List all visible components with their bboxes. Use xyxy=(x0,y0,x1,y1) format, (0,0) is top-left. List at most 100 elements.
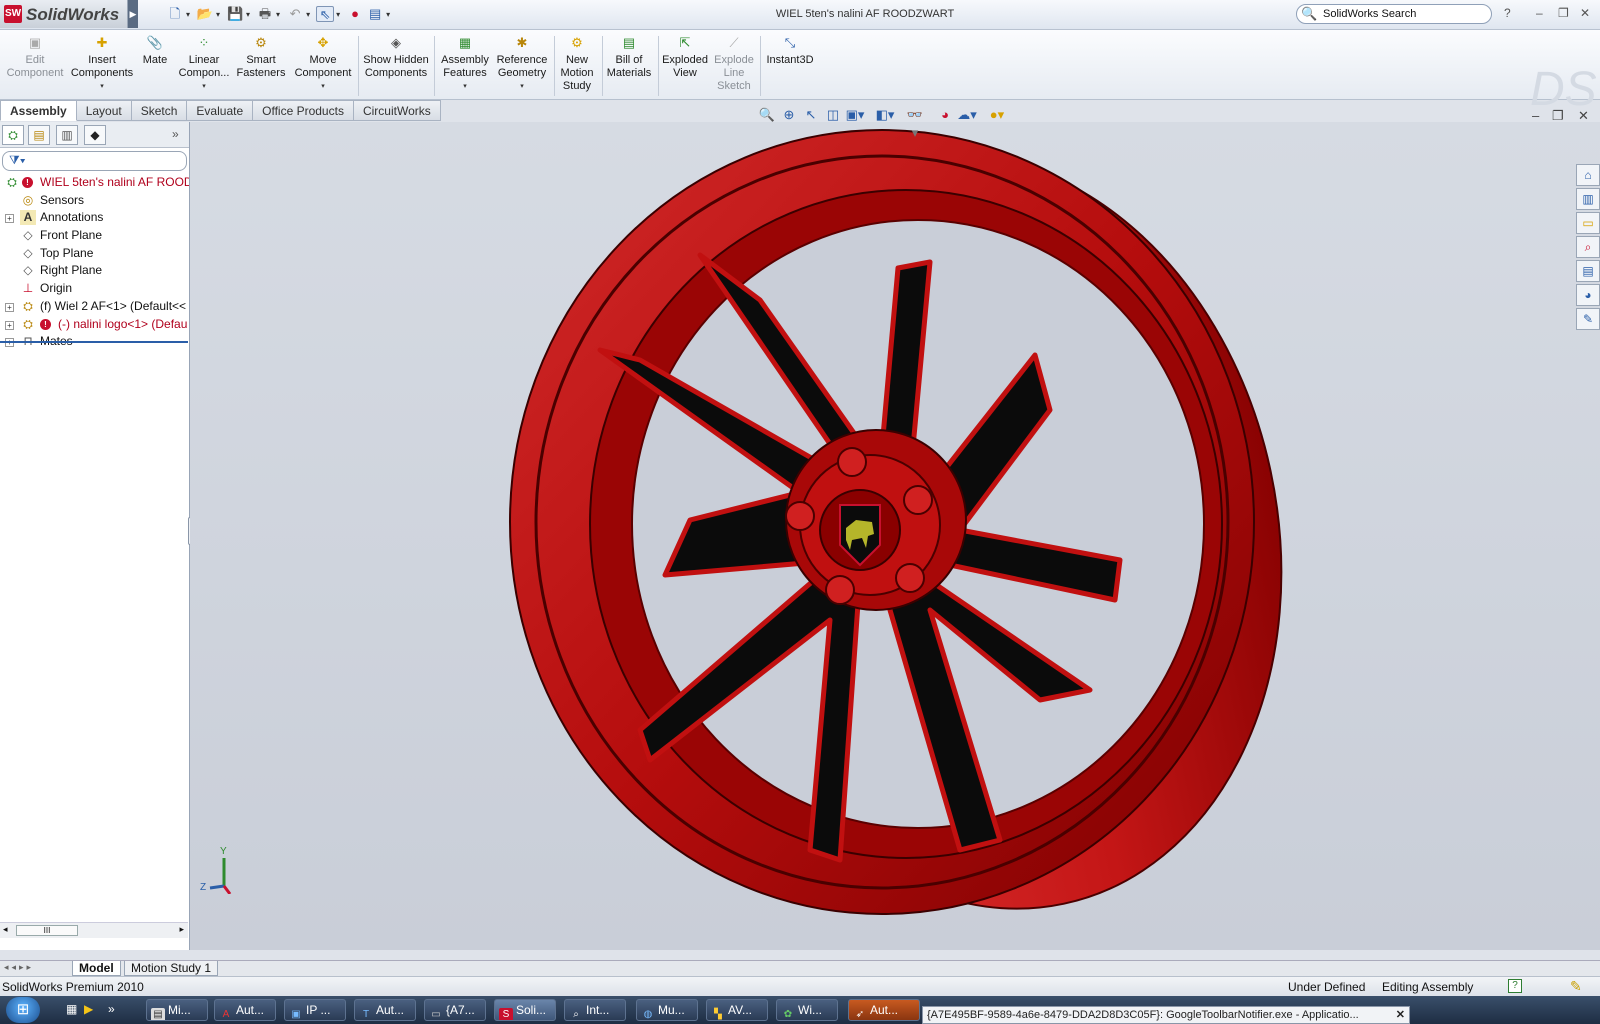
assembly-features-button[interactable]: ▦ Assembly Features ▾ xyxy=(438,34,492,93)
bill-of-materials-button[interactable]: ▤ Bill of Materials xyxy=(604,34,654,80)
scroll-right-arrow-icon[interactable]: ▸ xyxy=(179,924,184,935)
media-player-icon[interactable]: ▶ xyxy=(84,1002,93,1016)
tab-office-products[interactable]: Office Products xyxy=(253,100,354,121)
quick-tips-help-icon[interactable]: ? xyxy=(1508,979,1522,993)
document-minimize-button[interactable]: – xyxy=(1532,108,1539,123)
design-library-icon[interactable]: ▥ xyxy=(1576,188,1600,210)
hide-show-items-icon[interactable]: 👓▾ xyxy=(904,106,926,140)
tab-layout[interactable]: Layout xyxy=(76,100,132,121)
search-results-icon[interactable]: ⌕ xyxy=(1576,236,1600,258)
tab-evaluate[interactable]: Evaluate xyxy=(187,100,254,121)
new-motion-study-button[interactable]: ⚙ New Motion Study xyxy=(556,34,598,93)
taskbar-item-3[interactable]: ▣ IP ... xyxy=(284,999,346,1021)
application-error-notification[interactable]: {A7E495BF-9589-4a6e-8479-DDA2D8D3C05F}: … xyxy=(922,1006,1410,1024)
smart-fasteners-button[interactable]: ⚙ Smart Fasteners xyxy=(236,34,286,80)
move-component-dropdown-icon[interactable]: ▾ xyxy=(292,80,354,93)
close-button[interactable]: ✕ xyxy=(1580,6,1590,20)
taskbar-item-11[interactable]: ➶ Aut... xyxy=(848,999,920,1021)
restore-button[interactable]: ❐ xyxy=(1558,6,1569,20)
tree-filter-field[interactable]: ⧩▾ xyxy=(2,151,187,171)
previous-view-icon[interactable]: ↖ xyxy=(800,106,822,124)
tree-item-top-plane[interactable]: ◇ Top Plane xyxy=(0,245,189,263)
document-close-button[interactable]: ✕ xyxy=(1578,108,1589,124)
tree-rollback-bar[interactable] xyxy=(0,341,188,343)
expand-toggle-icon[interactable]: + xyxy=(5,320,14,330)
horizontal-scrollbar[interactable]: ◂ III ▸ xyxy=(0,922,188,938)
tree-item-wiel-part[interactable]: + ⛭ (f) Wiel 2 AF<1> (Default<< xyxy=(0,298,189,316)
move-component-button[interactable]: ✥ Move Component ▾ xyxy=(292,34,354,93)
taskbar-item-solidworks[interactable]: S Soli... xyxy=(494,999,556,1021)
tree-item-origin[interactable]: ⊥ Origin xyxy=(0,280,189,298)
show-desktop-icon[interactable]: ▦ xyxy=(66,1002,77,1016)
quick-launch-more-icon[interactable]: » xyxy=(108,1002,115,1016)
close-icon[interactable]: ✕ xyxy=(1396,1007,1405,1023)
insert-components-button[interactable]: ✚ Insert Components ▾ xyxy=(70,34,134,93)
tab-circuitworks[interactable]: CircuitWorks xyxy=(353,100,441,121)
zoom-to-fit-icon[interactable]: 🔍 xyxy=(756,106,778,124)
start-button-windows-icon[interactable]: ⊞ xyxy=(6,997,40,1023)
insert-components-dropdown-icon[interactable]: ▾ xyxy=(70,80,134,93)
view-settings-icon[interactable]: ●▾ xyxy=(986,106,1008,124)
display-style-icon[interactable]: ◧▾ xyxy=(874,106,896,124)
document-restore-button[interactable]: ❐ xyxy=(1552,108,1564,124)
minimize-button[interactable]: – xyxy=(1536,6,1543,20)
file-explorer-folder-icon[interactable]: ▭ xyxy=(1576,212,1600,234)
taskbar-item-1[interactable]: ▤ Mi... xyxy=(146,999,208,1021)
graphics-area[interactable]: Y Z xyxy=(190,122,1600,950)
notification-tag-icon[interactable]: ✎ xyxy=(1570,978,1582,995)
zoom-to-area-icon[interactable]: ⊕ xyxy=(778,106,800,124)
exploded-view-button[interactable]: ⇱ Exploded View xyxy=(660,34,710,80)
show-hidden-components-button[interactable]: ◈ Show Hidden Components xyxy=(362,34,430,80)
linear-component-pattern-button[interactable]: ⁘ Linear Compon... ▾ xyxy=(176,34,232,93)
section-view-icon[interactable]: ◫ xyxy=(822,106,844,124)
explode-line-sketch-button[interactable]: ⟋ Explode Line Sketch xyxy=(712,34,756,93)
view-orientation-icon[interactable]: ▣▾ xyxy=(844,106,866,124)
taskbar-item-5[interactable]: ▭ {A7... xyxy=(424,999,486,1021)
feature-manager-tree-icon[interactable]: ⛭ xyxy=(2,125,24,145)
tab-sketch[interactable]: Sketch xyxy=(131,100,188,121)
taskbar-item-7[interactable]: ⌕ Int... xyxy=(564,999,626,1021)
taskbar-item-9[interactable]: ▚ AV... xyxy=(706,999,768,1021)
apply-scene-icon[interactable]: ☁▾ xyxy=(956,106,978,124)
taskbar-item-2[interactable]: A Aut... xyxy=(214,999,276,1021)
taskbar-item-10[interactable]: ✿ Wi... xyxy=(776,999,838,1021)
appearances-scenes-icon[interactable]: ◕ xyxy=(1576,284,1600,306)
wheel-3d-model[interactable] xyxy=(190,122,1600,950)
search-icon[interactable]: 🔍 xyxy=(1301,6,1317,22)
reference-geometry-button[interactable]: ✱ Reference Geometry ▾ xyxy=(494,34,550,93)
property-manager-icon[interactable]: ▤ xyxy=(28,125,50,145)
tab-assembly[interactable]: Assembly xyxy=(0,100,77,121)
tab-motion-study-1[interactable]: Motion Study 1 xyxy=(124,961,219,976)
help-icon[interactable]: ? xyxy=(1504,6,1511,20)
tab-model[interactable]: Model xyxy=(72,961,121,976)
view-palette-icon[interactable]: ▤ xyxy=(1576,260,1600,282)
assembly-features-dropdown-icon[interactable]: ▾ xyxy=(438,80,492,93)
expand-toggle-icon[interactable]: + xyxy=(5,302,14,312)
tree-item-nalini-logo[interactable]: + ⛭ ! (-) nalini logo<1> (Defau xyxy=(0,316,189,334)
tree-item-right-plane[interactable]: ◇ Right Plane xyxy=(0,262,189,280)
tree-item-front-plane[interactable]: ◇ Front Plane xyxy=(0,227,189,245)
edit-appearance-icon[interactable]: ◕ xyxy=(934,106,956,124)
solidworks-resources-home-icon[interactable]: ⌂ xyxy=(1576,164,1600,186)
tree-item-root-assembly[interactable]: ⛭ ! WIEL 5ten's nalini AF ROODZ xyxy=(0,174,189,192)
display-manager-icon[interactable]: ◆ xyxy=(84,125,106,145)
reference-geometry-dropdown-icon[interactable]: ▾ xyxy=(494,80,550,93)
expand-toggle-icon[interactable]: + xyxy=(5,214,14,224)
search-box[interactable]: 🔍 SolidWorks Search xyxy=(1296,4,1492,24)
taskbar-item-8[interactable]: ◍ Mu... xyxy=(636,999,698,1021)
filter-funnel-icon[interactable]: ⧩▾ xyxy=(9,153,26,168)
scroll-thumb[interactable]: III xyxy=(16,925,78,936)
scroll-left-arrow-icon[interactable]: ◂ xyxy=(3,924,8,935)
expand-panel-chevron-icon[interactable]: » xyxy=(172,127,179,141)
tree-item-sensors[interactable]: ◎ Sensors xyxy=(0,192,189,210)
mate-button[interactable]: 📎 Mate xyxy=(138,34,172,67)
edit-component-button[interactable]: ▣ Edit Component xyxy=(6,34,64,80)
tree-label-origin: Origin xyxy=(40,281,73,296)
tree-item-annotations[interactable]: + A Annotations xyxy=(0,209,189,227)
instant3d-button[interactable]: ⤡ Instant3D xyxy=(762,34,818,67)
taskbar-item-4[interactable]: T Aut... xyxy=(354,999,416,1021)
tab-navigation-arrows-icon[interactable]: ◂◂▸▸ xyxy=(4,962,34,973)
linear-component-dropdown-icon[interactable]: ▾ xyxy=(176,80,232,93)
configuration-manager-icon[interactable]: ▥ xyxy=(56,125,78,145)
custom-properties-icon[interactable]: ✎ xyxy=(1576,308,1600,330)
